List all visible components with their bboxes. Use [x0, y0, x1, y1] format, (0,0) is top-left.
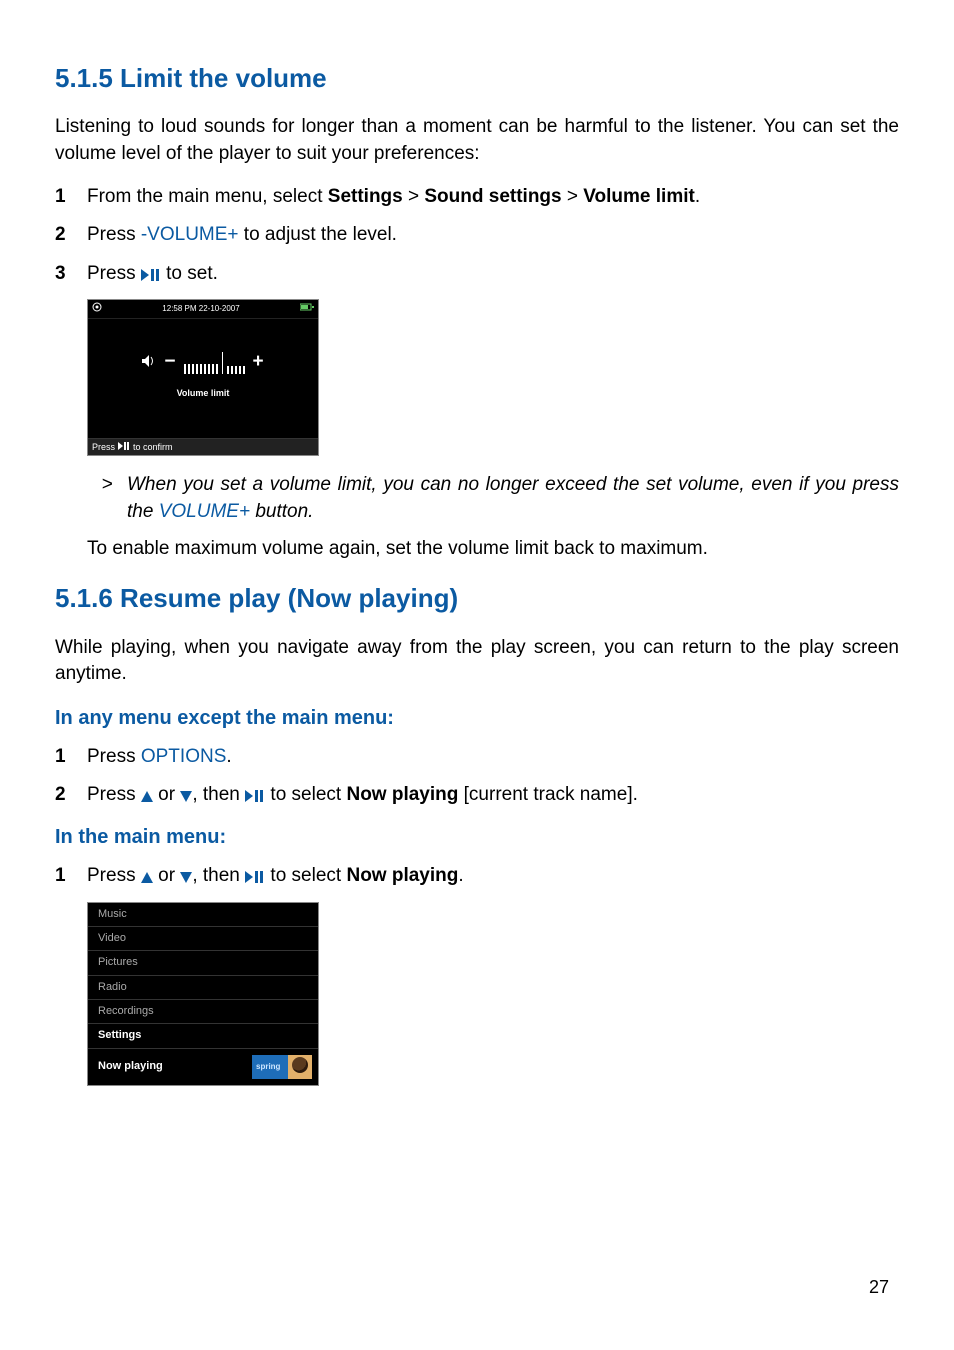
key-options: OPTIONS — [141, 746, 227, 767]
key-volume: -VOLUME+ — [141, 224, 239, 245]
menu-item-radio: Radio — [88, 976, 318, 1000]
t: From the main menu, select — [87, 186, 328, 207]
t: > — [403, 186, 425, 207]
device-footer: Press to confirm — [88, 438, 318, 456]
device-time: 12:58 PM 22-10-2007 — [162, 303, 239, 314]
device-volume-row: − + — [88, 333, 318, 393]
t: Press — [87, 263, 141, 284]
note-text: When you set a volume limit, you can no … — [127, 472, 899, 525]
step-number: 1 — [55, 744, 87, 771]
subheading-any-menu: In any menu except the main menu: — [55, 704, 899, 732]
t: to select — [265, 865, 346, 886]
album-art-caption: spring — [256, 1061, 280, 1072]
t: to set. — [161, 263, 218, 284]
step-515-2: 2 Press -VOLUME+ to adjust the level. — [55, 222, 899, 249]
steps-516b: 1 Press or , then to select Now playing. — [55, 863, 899, 890]
t: . — [695, 186, 700, 207]
after-note-515: To enable maximum volume again, set the … — [87, 536, 899, 563]
step-515-1: 1 From the main menu, select Settings > … — [55, 184, 899, 211]
step-number: 1 — [55, 863, 87, 890]
bold-now-playing: Now playing — [346, 865, 458, 886]
t: to confirm — [133, 441, 173, 454]
t: > — [562, 186, 584, 207]
step-number: 3 — [55, 261, 87, 288]
heading-515: 5.1.5 Limit the volume — [55, 60, 899, 96]
t: to adjust the level. — [239, 224, 397, 245]
bold-now-playing: Now playing — [346, 784, 458, 805]
play-pause-icon — [245, 865, 265, 886]
play-pause-icon — [245, 784, 265, 805]
t: , then — [192, 784, 245, 805]
device-screenshot-main-menu: Music Video Pictures Radio Recordings Se… — [87, 902, 319, 1086]
gear-icon — [92, 302, 102, 315]
album-art-thumbnail: spring — [252, 1055, 312, 1079]
now-playing-label: Now playing — [98, 1059, 163, 1074]
step-text: Press or , then to select Now playing. — [87, 863, 899, 890]
menu-item-settings: Settings — [88, 1024, 318, 1048]
note-marker: > — [87, 472, 127, 525]
document-page: 5.1.5 Limit the volume Listening to loud… — [0, 0, 954, 1350]
t: button. — [250, 501, 313, 522]
device-screenshot-volume-limit: 12:58 PM 22-10-2007 − + Volume limit Pre… — [87, 299, 319, 456]
step-text: Press to set. — [87, 261, 899, 288]
minus-icon: − — [164, 349, 175, 376]
plus-icon: + — [253, 349, 264, 376]
volume-slider-handle — [222, 352, 223, 374]
battery-icon — [300, 303, 314, 314]
step-516b-1: 1 Press or , then to select Now playing. — [55, 863, 899, 890]
bold-settings: Settings — [328, 186, 403, 207]
subheading-main-menu: In the main menu: — [55, 823, 899, 851]
t: Press — [87, 224, 141, 245]
step-text: Press -VOLUME+ to adjust the level. — [87, 222, 899, 249]
step-text: Press or , then to select Now playing [c… — [87, 782, 899, 809]
t: . — [226, 746, 231, 767]
t: Press — [92, 441, 115, 454]
intro-515: Listening to loud sounds for longer than… — [55, 114, 899, 167]
menu-item-video: Video — [88, 927, 318, 951]
volume-bars — [184, 352, 245, 374]
t: Press — [87, 865, 141, 886]
play-pause-icon — [141, 263, 161, 284]
steps-515: 1 From the main menu, select Settings > … — [55, 184, 899, 288]
step-515-3: 3 Press to set. — [55, 261, 899, 288]
intro-516: While playing, when you navigate away fr… — [55, 635, 899, 688]
bold-volume-limit: Volume limit — [583, 186, 695, 207]
step-text: From the main menu, select Settings > So… — [87, 184, 899, 211]
t: Press — [87, 784, 141, 805]
bold-sound-settings: Sound settings — [424, 186, 561, 207]
t: or — [153, 865, 180, 886]
t: or — [153, 784, 180, 805]
key-volume-plus: VOLUME+ — [159, 501, 250, 522]
step-number: 1 — [55, 184, 87, 211]
t: , then — [192, 865, 245, 886]
t: [current track name]. — [458, 784, 638, 805]
note-block: > When you set a volume limit, you can n… — [87, 472, 899, 562]
menu-item-recordings: Recordings — [88, 1000, 318, 1024]
menu-item-pictures: Pictures — [88, 951, 318, 975]
t: Press — [87, 746, 141, 767]
step-text: Press OPTIONS. — [87, 744, 899, 771]
device-status-bar: 12:58 PM 22-10-2007 — [88, 300, 318, 318]
speaker-icon — [142, 349, 156, 376]
steps-516a: 1 Press OPTIONS. 2 Press or , then to se… — [55, 744, 899, 809]
step-516a-2: 2 Press or , then to select Now playing … — [55, 782, 899, 809]
step-number: 2 — [55, 222, 87, 249]
menu-item-music: Music — [88, 903, 318, 927]
step-number: 2 — [55, 782, 87, 809]
t: to select — [265, 784, 346, 805]
up-triangle-icon — [141, 784, 153, 805]
step-516a-1: 1 Press OPTIONS. — [55, 744, 899, 771]
down-triangle-icon — [180, 865, 192, 886]
menu-item-now-playing: Now playing spring — [88, 1049, 318, 1085]
device-volume-label: Volume limit — [88, 387, 318, 400]
page-number: 27 — [869, 1275, 889, 1300]
heading-516: 5.1.6 Resume play (Now playing) — [55, 580, 899, 616]
t: . — [458, 865, 463, 886]
down-triangle-icon — [180, 784, 192, 805]
up-triangle-icon — [141, 865, 153, 886]
play-pause-icon — [118, 441, 130, 454]
